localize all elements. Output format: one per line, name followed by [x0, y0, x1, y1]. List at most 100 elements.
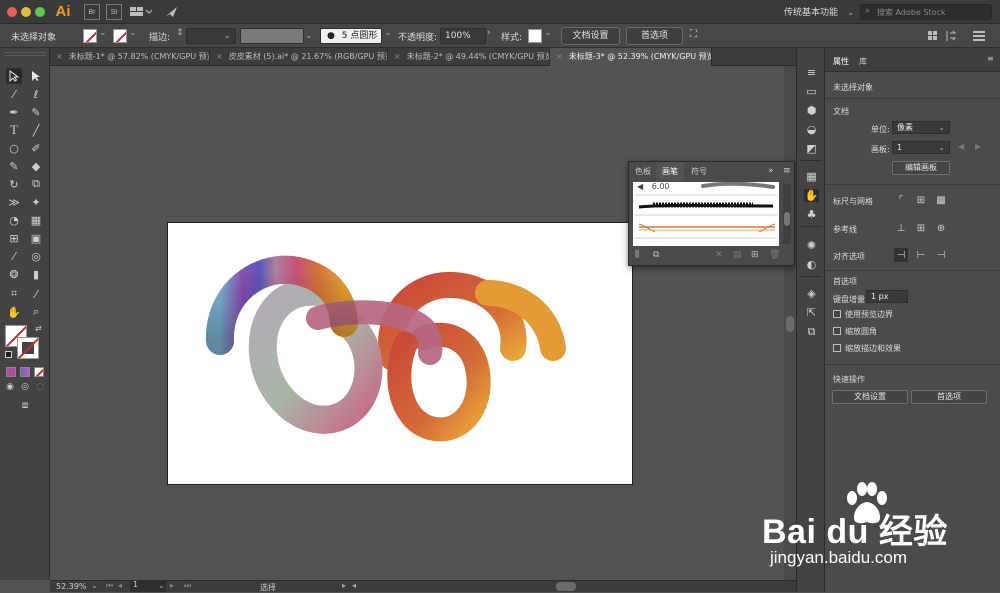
- bridge-icon[interactable]: Br: [84, 4, 100, 20]
- brush-list[interactable]: ◀ 6.00: [633, 182, 779, 246]
- chevron-down-icon[interactable]: ⌄: [384, 28, 392, 38]
- delete-brush-icon[interactable]: 🗑: [769, 250, 780, 260]
- gradient-mode-icon[interactable]: [20, 367, 30, 377]
- artboard-tool-icon[interactable]: ⌗: [6, 286, 22, 302]
- panel-menu-icon[interactable]: ≡: [783, 166, 791, 176]
- stroke-swatch[interactable]: [113, 29, 127, 43]
- next-artboard-icon[interactable]: ▸: [170, 581, 174, 590]
- direct-selection-tool-icon[interactable]: [28, 68, 44, 84]
- new-brush-icon[interactable]: ⊞: [751, 250, 759, 260]
- minimize-window-button[interactable]: [21, 7, 31, 17]
- brushes-icon[interactable]: ✋: [804, 189, 819, 202]
- edit-artboards-button[interactable]: 编辑画板: [892, 161, 950, 175]
- tab-brushes[interactable]: 画笔: [656, 162, 684, 181]
- zoom-tool-icon[interactable]: ⌕: [28, 304, 44, 320]
- tab-library[interactable]: 库: [859, 56, 867, 67]
- horizontal-scrollbar-thumb[interactable]: [556, 582, 576, 591]
- document-tab-active[interactable]: × 未标题-3* @ 52.39% (CMYK/GPU 预览): [550, 48, 712, 66]
- scale-corners-checkbox[interactable]: [833, 327, 841, 335]
- color-mode-icon[interactable]: [6, 367, 16, 377]
- width-tool-icon[interactable]: ≫: [6, 194, 22, 210]
- lock-guides-icon[interactable]: ⊞: [914, 221, 928, 235]
- snap-to-point-icon[interactable]: ⊣: [894, 248, 908, 262]
- zoom-level[interactable]: 52.39%: [56, 582, 87, 591]
- gpu-performance-icon[interactable]: [163, 4, 179, 20]
- symbols-icon[interactable]: ♣: [804, 208, 819, 221]
- document-tab[interactable]: × 未标题-2* @ 49.44% (CMYK/GPU 预览): [388, 48, 550, 66]
- document-tab[interactable]: × 皮皮素材 (5).ai* @ 21.67% (RGB/GPU 预览): [210, 48, 388, 66]
- tab-symbols[interactable]: 符号: [685, 162, 713, 181]
- slice-tool-icon[interactable]: ⁄: [28, 286, 44, 302]
- units-dropdown[interactable]: 像素 ⌄: [892, 121, 950, 134]
- artboards-icon[interactable]: ◐: [804, 258, 819, 271]
- screen-mode-icon[interactable]: ⧈: [16, 398, 34, 412]
- snap-to-pixel-icon[interactable]: ⊢: [914, 248, 928, 262]
- properties-icon[interactable]: ≡: [804, 66, 819, 79]
- close-icon[interactable]: ×: [394, 52, 401, 61]
- magic-wand-tool-icon[interactable]: ⁄: [6, 86, 22, 102]
- transparency-grid-icon[interactable]: ▩: [934, 193, 948, 207]
- artboard[interactable]: [167, 222, 633, 485]
- previous-artboard-icon[interactable]: ◂: [118, 581, 122, 590]
- ruler-icon[interactable]: ⌜: [894, 193, 908, 207]
- stock-icon[interactable]: St: [106, 4, 122, 20]
- tab-properties[interactable]: 属性: [833, 56, 849, 67]
- rotate-tool-icon[interactable]: ↻: [6, 176, 22, 192]
- close-window-button[interactable]: [7, 7, 17, 17]
- draw-inside-icon[interactable]: ◌: [34, 381, 46, 393]
- draw-normal-icon[interactable]: ◉: [4, 381, 16, 393]
- previous-artboard-icon[interactable]: ◀: [958, 142, 964, 151]
- arrange-documents-icon[interactable]: [129, 4, 153, 20]
- document-setup-button[interactable]: 文档设置: [832, 390, 908, 404]
- brush-list-scrollbar[interactable]: [783, 184, 791, 244]
- preferences-button[interactable]: 首选项: [626, 27, 683, 45]
- asset-export-icon[interactable]: ⧉: [804, 325, 819, 338]
- symbol-sprayer-tool-icon[interactable]: ❂: [6, 266, 22, 282]
- use-preview-bounds-checkbox[interactable]: [833, 310, 841, 318]
- puppet-warp-tool-icon[interactable]: ✦: [28, 194, 44, 210]
- opacity-field[interactable]: 100%: [440, 28, 486, 44]
- scrollbar-thumb[interactable]: [786, 316, 794, 332]
- chevron-down-icon[interactable]: ⌄: [305, 28, 315, 44]
- brush-definition-field[interactable]: ● 5 点圆形: [320, 28, 382, 44]
- appearance-icon[interactable]: ⬢: [804, 104, 819, 117]
- stroke-color-box[interactable]: [17, 337, 39, 359]
- stroke-weight-field[interactable]: ⌄: [186, 28, 236, 44]
- type-tool-icon[interactable]: T: [6, 122, 22, 138]
- first-artboard-icon[interactable]: ⏮: [106, 581, 113, 591]
- smart-guides-icon[interactable]: ⊕: [934, 221, 948, 235]
- keyboard-increment-field[interactable]: 1 px: [866, 290, 908, 303]
- eyedropper-tool-icon[interactable]: ⁄: [6, 248, 22, 264]
- selection-tool-icon[interactable]: [6, 68, 22, 84]
- blended-spiral-artwork[interactable]: [168, 223, 634, 486]
- close-icon[interactable]: ×: [216, 52, 223, 61]
- scrollbar-thumb[interactable]: [784, 212, 790, 226]
- show-guides-icon[interactable]: ⊥: [894, 221, 908, 235]
- shape-builder-tool-icon[interactable]: ◔: [6, 212, 22, 228]
- collapse-panel-icon[interactable]: »: [768, 166, 774, 176]
- preferences-button[interactable]: 首选项: [911, 390, 987, 404]
- layers-icon[interactable]: ◈: [804, 287, 819, 300]
- default-colors-icon[interactable]: [5, 351, 12, 358]
- document-tab[interactable]: × 未标题-1* @ 57.82% (CMYK/GPU 预览): [50, 48, 210, 66]
- curvature-tool-icon[interactable]: ✎: [28, 104, 44, 120]
- eraser-tool-icon[interactable]: ◆: [28, 158, 44, 174]
- mesh-tool-icon[interactable]: ⊞: [6, 230, 22, 246]
- close-icon[interactable]: ×: [556, 52, 563, 61]
- none-mode-icon[interactable]: [34, 367, 44, 377]
- blend-tool-icon[interactable]: ◎: [28, 248, 44, 264]
- chevron-down-icon[interactable]: ⌄: [99, 28, 107, 38]
- chevron-down-icon[interactable]: ⌄: [544, 28, 552, 38]
- shaper-tool-icon[interactable]: ✎: [6, 158, 22, 174]
- scale-strokes-effects-checkbox[interactable]: [833, 344, 841, 352]
- perspective-grid-tool-icon[interactable]: ▦: [28, 212, 44, 228]
- status-menu-icon[interactable]: ▸: [342, 581, 346, 590]
- libraries-panel-icon[interactable]: ⧉: [653, 250, 659, 260]
- stroke-panel-icon[interactable]: ✺: [804, 239, 819, 252]
- line-tool-icon[interactable]: ╱: [28, 122, 44, 138]
- chevron-down-icon[interactable]: ⌄: [158, 581, 165, 590]
- chevron-down-icon[interactable]: ⌄: [129, 28, 137, 38]
- last-artboard-icon[interactable]: ⏭: [184, 581, 191, 591]
- draw-behind-icon[interactable]: ◎: [19, 381, 31, 393]
- stroke-stepper-icon[interactable]: ⇕: [176, 28, 184, 38]
